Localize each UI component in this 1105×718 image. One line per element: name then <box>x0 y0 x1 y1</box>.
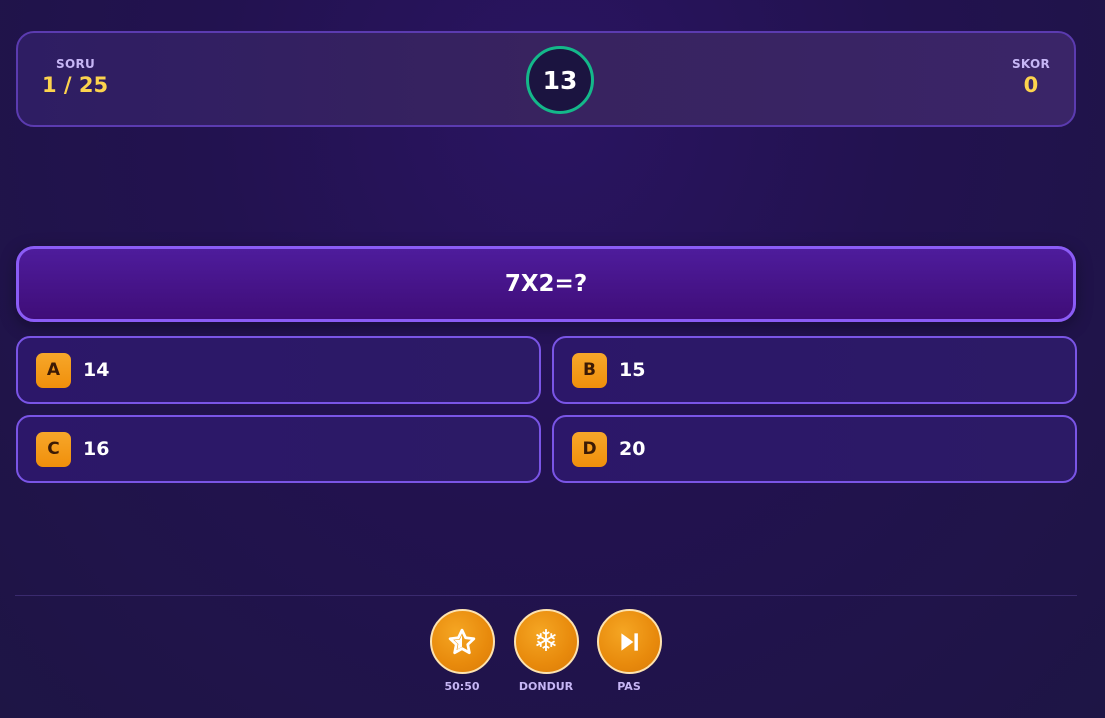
fifty-fifty-label: 50:50 <box>444 680 480 693</box>
option-letter-badge: D <box>572 431 607 467</box>
answer-option-a[interactable]: A 14 <box>16 336 541 404</box>
score-label: SKOR <box>1011 57 1050 71</box>
freeze-button[interactable]: ❄ <box>513 609 579 674</box>
score-value: 0 <box>1023 73 1039 97</box>
answer-option-b[interactable]: B 15 <box>552 336 1077 404</box>
option-letter-badge: A <box>36 352 71 388</box>
powerup-fifty-fifty: 50:50 <box>417 609 507 693</box>
score-display: SKOR 0 <box>1012 57 1050 97</box>
star-icon <box>448 628 476 654</box>
question-counter-label: SORU <box>56 57 96 71</box>
powerup-pass: PAS <box>584 609 674 693</box>
freeze-label: DONDUR <box>518 680 574 693</box>
answer-option-c[interactable]: C 16 <box>16 415 541 483</box>
question-text: 7X2=? <box>16 246 1076 322</box>
pass-label: PAS <box>617 680 641 693</box>
game-header: SORU 1 / 25 13 SKOR 0 <box>16 31 1076 127</box>
snowflake-icon: ❄ <box>533 623 559 659</box>
option-text: 14 <box>83 359 110 381</box>
option-text: 15 <box>619 359 646 381</box>
option-text: 20 <box>619 438 646 460</box>
option-letter-badge: C <box>36 431 71 467</box>
option-text: 16 <box>83 438 110 460</box>
skip-icon <box>621 632 638 651</box>
pass-button[interactable] <box>596 609 662 674</box>
powerup-freeze: ❄ DONDUR <box>501 609 591 693</box>
option-letter-badge: B <box>572 352 607 388</box>
fifty-fifty-button[interactable] <box>429 609 495 674</box>
question-counter: SORU 1 / 25 <box>42 57 108 97</box>
answer-option-d[interactable]: D 20 <box>552 415 1077 483</box>
powerups-divider <box>15 595 1077 596</box>
question-counter-value: 1 / 25 <box>42 73 109 97</box>
countdown-timer: 13 <box>526 46 594 114</box>
